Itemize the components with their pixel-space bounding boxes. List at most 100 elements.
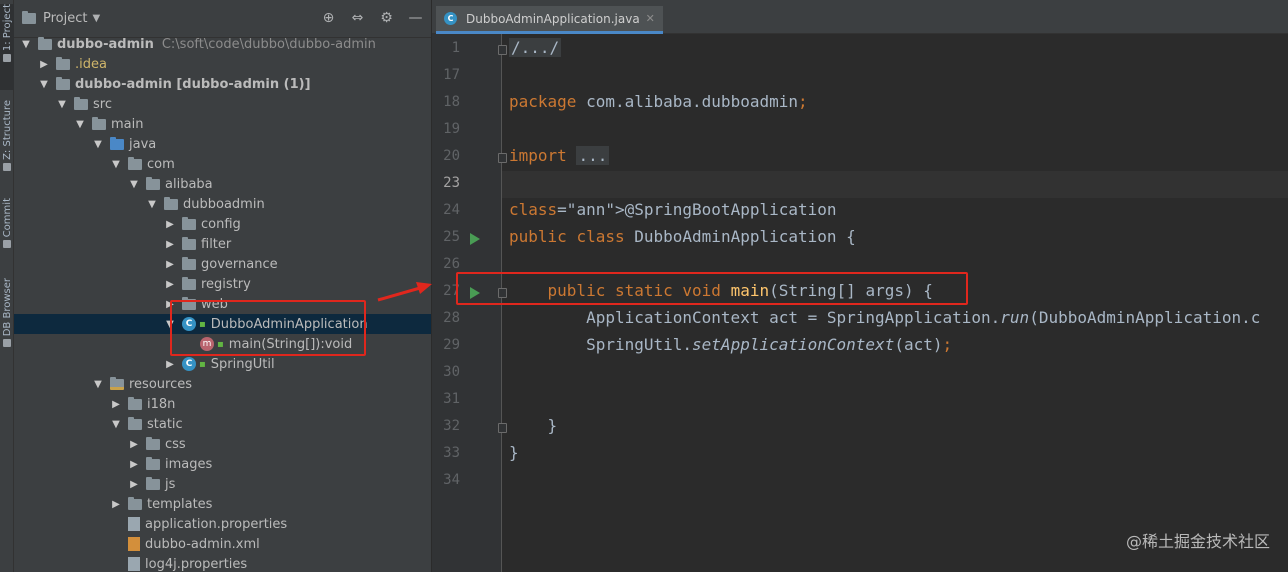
line-number: 17 [443, 67, 460, 83]
code-line[interactable]: } [509, 443, 519, 462]
strip-tab-structure-label: Z: Structure [1, 100, 13, 160]
tree-row[interactable]: ▶ web [14, 294, 431, 314]
line-number: 27 [443, 283, 460, 299]
tree-row[interactable]: ▶ images [14, 454, 431, 474]
gear-icon[interactable]: ⚙ [379, 11, 394, 26]
strip-tab-structure[interactable]: Z: Structure [0, 100, 14, 184]
tree-row[interactable]: ▼ resources [14, 374, 431, 394]
tree-row[interactable]: ▶ filter [14, 234, 431, 254]
tree-row[interactable]: ▶ templates [14, 494, 431, 514]
folder-icon [182, 216, 196, 230]
line-number: 32 [443, 418, 460, 434]
expanded-arrow-icon[interactable]: ▼ [38, 78, 50, 90]
expanded-arrow-icon[interactable]: ▼ [128, 178, 140, 190]
strip-tab-commit[interactable]: Commit [0, 198, 14, 264]
code-line[interactable]: public class DubboAdminApplication { [509, 227, 856, 246]
collapsed-arrow-icon[interactable]: ▶ [164, 358, 176, 370]
tree-row[interactable]: ▼ src [14, 94, 431, 114]
tree-row[interactable]: ▶ .idea [14, 54, 431, 74]
tree-row[interactable]: ▼ dubbo-admin [dubbo-admin (1)] [14, 74, 431, 94]
project-panel: Project ▼ ⊕ ⇔ ⚙ — ▼ dubbo-admin C:\soft\co… [14, 0, 432, 572]
editor-tab[interactable]: C DubboAdminApplication.java ✕ [436, 6, 663, 34]
strip-tab-db-browser[interactable]: DB Browser [0, 278, 14, 360]
expanded-arrow-icon[interactable]: ▼ [110, 158, 122, 170]
strip-tab-db-browser-label: DB Browser [1, 278, 13, 337]
collapsed-arrow-icon[interactable]: ▶ [164, 298, 176, 310]
expanded-arrow-icon[interactable]: ▼ [92, 378, 104, 390]
line-number: 28 [443, 310, 460, 326]
minimize-icon[interactable]: — [408, 11, 423, 26]
collapse-all-icon[interactable]: ⇔ [350, 11, 365, 26]
expanded-arrow-icon[interactable]: ▼ [110, 418, 122, 430]
tree-row[interactable]: ▼ C ▪ DubboAdminApplication [14, 314, 431, 334]
tree-row[interactable]: m ▪ main(String[]):void [14, 334, 431, 354]
line-number: 20 [443, 148, 460, 164]
tree-row[interactable]: ▶ governance [14, 254, 431, 274]
collapsed-arrow-icon[interactable]: ▶ [128, 438, 140, 450]
tree-row[interactable]: log4j.properties [14, 554, 431, 572]
collapsed-arrow-icon[interactable]: ▶ [164, 258, 176, 270]
expanded-arrow-icon[interactable]: ▼ [20, 38, 32, 50]
tree-row[interactable]: ▼ main [14, 114, 431, 134]
editor-area: C DubboAdminApplication.java ✕ 1 17 18 19 20… [432, 0, 1288, 572]
code-line[interactable]: class="ann">@SpringBootApplication [509, 200, 837, 219]
tree-row[interactable]: ▶ css [14, 434, 431, 454]
tree-item-label: .idea [75, 56, 107, 72]
tree-item-label: log4j.properties [145, 556, 248, 572]
expanded-arrow-icon[interactable]: ▼ [92, 138, 104, 150]
code-line[interactable]: import ... [509, 146, 610, 165]
code-line[interactable]: ApplicationContext act = SpringApplicati… [509, 308, 1260, 327]
editor-gutter: 1 17 18 19 20 23 24 25 26 27 28 29 30 31 32 33 34 [432, 34, 507, 572]
code-area[interactable]: /.../ package com.alibaba.dubboadmin; impo… [502, 34, 1288, 572]
tree-row[interactable]: ▼ com [14, 154, 431, 174]
folder-icon [164, 196, 178, 210]
strip-tab-project-label: 1: Project [1, 4, 13, 52]
folder-icon [128, 396, 142, 410]
tree-row[interactable]: application.properties [14, 514, 431, 534]
collapsed-arrow-icon[interactable]: ▶ [164, 218, 176, 230]
tree-row[interactable]: ▶ i18n [14, 394, 431, 414]
properties-file-icon [128, 517, 140, 531]
tree-item-label: images [165, 456, 213, 472]
folder-icon [74, 96, 88, 110]
locate-icon[interactable]: ⊕ [321, 11, 336, 26]
tree-row[interactable]: ▶ js [14, 474, 431, 494]
tree-row[interactable]: ▼ dubboadmin [14, 194, 431, 214]
collapsed-arrow-icon[interactable]: ▶ [110, 498, 122, 510]
tree-item-label: dubbo-admin [dubbo-admin (1)] [75, 76, 311, 92]
close-icon[interactable]: ✕ [646, 12, 655, 25]
tree-row[interactable]: ▼ dubbo-admin C:\soft\code\dubbo\dubbo-adm… [14, 34, 431, 54]
expanded-arrow-icon[interactable]: ▼ [74, 118, 86, 130]
tree-row[interactable]: dubbo-admin.xml [14, 534, 431, 554]
expanded-arrow-icon[interactable]: ▼ [56, 98, 68, 110]
collapsed-arrow-icon[interactable]: ▶ [164, 238, 176, 250]
arrow-spacer [110, 538, 122, 550]
collapsed-arrow-icon[interactable]: ▶ [110, 398, 122, 410]
tree-row[interactable]: ▼ alibaba [14, 174, 431, 194]
tree-row[interactable]: ▶ C ▪ SpringUtil [14, 354, 431, 374]
project-view-selector[interactable]: Project ▼ [22, 11, 100, 26]
code-line[interactable]: } [509, 416, 558, 435]
strip-tab-project[interactable]: 1: Project [0, 4, 14, 90]
code-line[interactable]: package com.alibaba.dubboadmin; [509, 92, 808, 111]
expanded-arrow-icon[interactable]: ▼ [146, 198, 158, 210]
tree-row[interactable]: ▼ static [14, 414, 431, 434]
expanded-arrow-icon[interactable]: ▼ [164, 318, 176, 330]
code-line[interactable]: /.../ [509, 38, 562, 57]
tree-row[interactable]: ▼ java [14, 134, 431, 154]
folder-icon [110, 376, 124, 390]
code-line[interactable]: SpringUtil.setApplicationContext(act); [509, 335, 952, 354]
collapsed-arrow-icon[interactable]: ▶ [164, 278, 176, 290]
tree-item-label: main(String[]):void [228, 336, 353, 352]
collapsed-arrow-icon[interactable]: ▶ [128, 478, 140, 490]
tree-row[interactable]: ▶ config [14, 214, 431, 234]
module-icon [38, 36, 52, 50]
tree-row[interactable]: ▶ registry [14, 274, 431, 294]
run-icon[interactable] [470, 287, 480, 299]
collapsed-arrow-icon[interactable]: ▶ [128, 458, 140, 470]
collapsed-arrow-icon[interactable]: ▶ [38, 58, 50, 70]
run-icon[interactable] [470, 233, 480, 245]
code-line[interactable]: public static void main(String[] args) { [509, 281, 933, 300]
tree-item-label: src [93, 96, 112, 112]
tree-item-label: config [201, 216, 241, 232]
